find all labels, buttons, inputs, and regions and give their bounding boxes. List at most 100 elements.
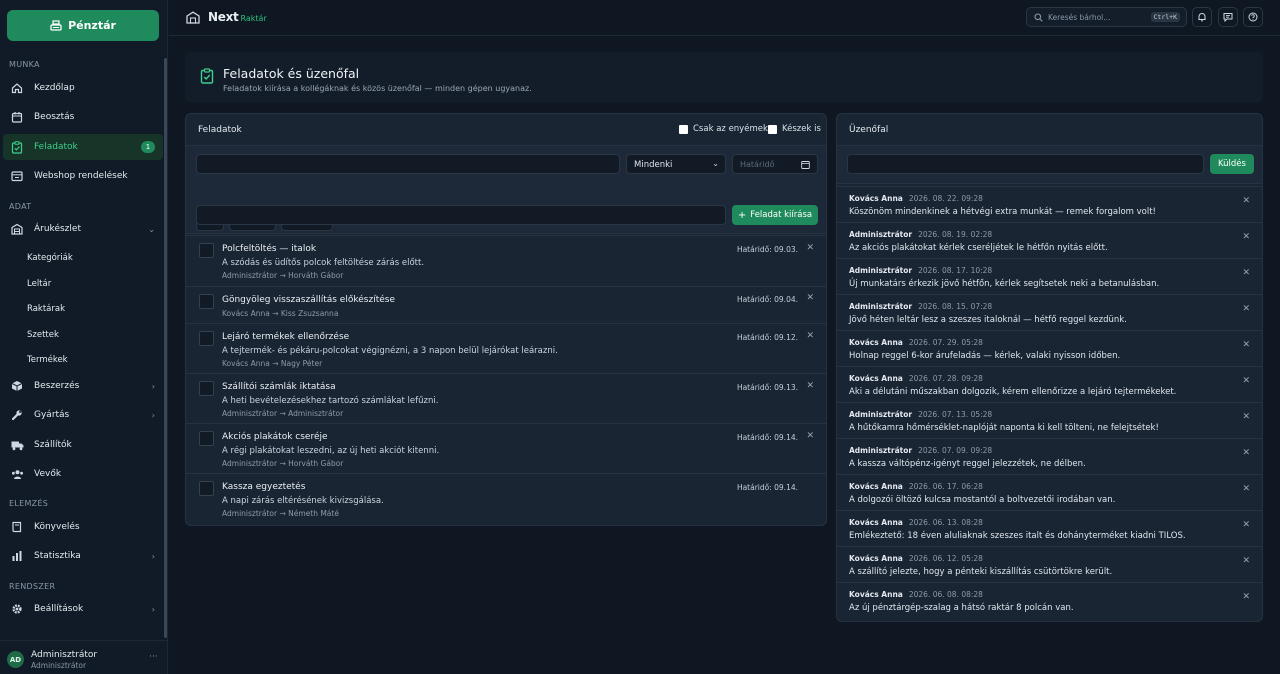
- logo[interactable]: Next Raktár: [186, 10, 267, 24]
- message-item: Kovács Anna 2026. 06. 13. 08:28 Emlékezte…: [837, 510, 1262, 546]
- close-icon[interactable]: ✕: [1242, 304, 1250, 314]
- message-text: Új munkatárs érkezik jövő hétfőn, kérlek…: [849, 279, 1160, 289]
- box-icon: [10, 379, 24, 393]
- add-task-button[interactable]: + Feladat kiírása: [732, 205, 818, 225]
- task-row[interactable]: Akciós plakátok cseréje A régi plakátoka…: [186, 423, 826, 473]
- task-done-checkbox[interactable]: [199, 294, 214, 309]
- sidebar-item-statistics[interactable]: Statisztika ›: [3, 543, 163, 569]
- task-meta: Adminisztrátor → Németh Máté: [222, 509, 339, 518]
- message-author: Kovács Anna: [849, 374, 903, 383]
- task-due: Határidő: 09.13.: [736, 383, 798, 392]
- bar-chart-icon: [10, 549, 24, 563]
- close-icon[interactable]: ✕: [806, 331, 814, 341]
- message-time: 2026. 08. 22. 09:28: [908, 194, 983, 203]
- task-row[interactable]: Kassza egyeztetés A napi zárás eltérésén…: [186, 473, 826, 525]
- message-item: Adminisztrátor 2026. 08. 15. 07:28 Jövő h…: [837, 294, 1262, 330]
- task-done-checkbox[interactable]: [199, 331, 214, 346]
- checkbox-box[interactable]: [768, 124, 777, 134]
- plus-icon: +: [737, 209, 747, 221]
- only-mine-checkbox[interactable]: Csak az enyémek: [679, 124, 768, 134]
- task-done-checkbox[interactable]: [199, 431, 214, 446]
- sidebar-subitem-warehouses[interactable]: Raktárak: [27, 304, 65, 314]
- sidebar-item-tasks[interactable]: Feladatok 1: [3, 134, 163, 160]
- close-icon[interactable]: ✕: [806, 431, 814, 441]
- close-icon[interactable]: ✕: [1242, 448, 1250, 458]
- messages-button[interactable]: [1218, 7, 1238, 27]
- task-meta: Kovács Anna → Nagy Péter: [222, 359, 323, 368]
- close-icon[interactable]: ✕: [1242, 556, 1250, 566]
- close-icon[interactable]: ✕: [1242, 376, 1250, 386]
- task-row[interactable]: Lejáró termékek ellenőrzése A tejtermék-…: [186, 323, 826, 373]
- task-description-input[interactable]: [196, 205, 726, 225]
- user-profile[interactable]: AD Adminisztrátor Adminisztrátor ···: [0, 640, 168, 674]
- truck-icon: [10, 438, 24, 452]
- chevron-down-icon: ⌄: [148, 224, 155, 234]
- task-row[interactable]: Göngyöleg visszaszállítás előkészítése K…: [186, 286, 826, 323]
- sidebar-subitem-stocktake[interactable]: Leltár: [27, 279, 51, 289]
- close-icon[interactable]: ✕: [1242, 484, 1250, 494]
- sidebar-item-production[interactable]: Gyártás ›: [3, 402, 163, 428]
- message-text: Aki a délutáni műszakban dolgozik, kérem…: [849, 387, 1177, 397]
- message-item: Kovács Anna 2026. 06. 08. 08:28 Az új pén…: [837, 582, 1262, 618]
- tasks-panel: Feladatok Csak az enyémek Készek is Mind…: [185, 113, 827, 526]
- message-input[interactable]: [847, 154, 1204, 174]
- send-button[interactable]: Küldés: [1210, 154, 1254, 174]
- sidebar-item-label: Webshop rendelések: [34, 171, 128, 181]
- sidebar-item-suppliers[interactable]: Szállítók: [3, 432, 163, 458]
- close-icon[interactable]: ✕: [806, 243, 814, 253]
- task-title: Polcfeltöltés — italok: [222, 244, 317, 254]
- search-shortcut: Ctrl+K: [1150, 12, 1180, 22]
- checkbox-box[interactable]: [679, 124, 688, 134]
- sidebar-scrollbar[interactable]: [164, 58, 167, 638]
- logo-text: Next: [208, 10, 239, 24]
- task-row[interactable]: Polcfeltöltés — italok A szódás és üdítő…: [186, 235, 826, 286]
- global-search[interactable]: Keresés bárhol... Ctrl+K: [1026, 7, 1187, 27]
- task-done-checkbox[interactable]: [199, 243, 214, 258]
- task-done-checkbox[interactable]: [199, 481, 214, 496]
- task-row[interactable]: Szállítói számlák iktatása A heti bevéte…: [186, 373, 826, 423]
- pos-button[interactable]: Pénztár: [7, 10, 159, 41]
- sidebar-item-schedule[interactable]: Beosztás: [3, 104, 163, 130]
- sidebar-item-dashboard[interactable]: Kezdőlap: [3, 75, 163, 101]
- close-icon[interactable]: ✕: [1242, 412, 1250, 422]
- show-done-checkbox[interactable]: Készek is: [768, 124, 821, 134]
- sidebar-item-webshop[interactable]: Webshop rendelések: [3, 163, 163, 189]
- sidebar-item-accounting[interactable]: Könyvelés: [3, 514, 163, 540]
- message-text: Holnap reggel 6-kor árufeladás — kérlek,…: [849, 351, 1121, 361]
- sidebar-item-label: Gyártás: [34, 410, 70, 420]
- more-icon[interactable]: ···: [149, 652, 158, 662]
- sidebar-item-settings[interactable]: Beállítások ›: [3, 596, 163, 622]
- message-time: 2026. 06. 13. 08:28: [908, 518, 983, 527]
- close-icon[interactable]: ✕: [1242, 592, 1250, 602]
- sidebar-subitem-categories[interactable]: Kategóriák: [27, 253, 73, 263]
- storefront-icon: [10, 169, 24, 183]
- sidebar-item-label: Beosztás: [34, 112, 75, 122]
- notifications-button[interactable]: [1192, 7, 1212, 27]
- sidebar-item-purchasing[interactable]: Beszerzés ›: [3, 373, 163, 399]
- help-button[interactable]: [1243, 7, 1263, 27]
- close-icon[interactable]: ✕: [1242, 232, 1250, 242]
- chevron-right-icon: ›: [151, 381, 155, 391]
- close-icon[interactable]: ✕: [1242, 268, 1250, 278]
- task-title-input[interactable]: [196, 154, 620, 174]
- close-icon[interactable]: ✕: [806, 293, 814, 303]
- close-icon[interactable]: ✕: [1242, 340, 1250, 350]
- sidebar-item-inventory[interactable]: Árukészlet ⌄: [3, 216, 163, 242]
- help-icon: [1248, 12, 1258, 22]
- assignee-select[interactable]: Mindenki ⌄: [626, 154, 726, 174]
- page-header: Feladatok és üzenőfal Feladatok kiírása …: [185, 52, 1263, 102]
- task-due: Határidő: 09.14.: [736, 483, 798, 492]
- page-subtitle: Feladatok kiírása a kollégáknak és közös…: [223, 84, 532, 93]
- message-item: Kovács Anna 2026. 08. 22. 09:28 Köszönöm …: [837, 186, 1262, 222]
- close-icon[interactable]: ✕: [1242, 520, 1250, 530]
- close-icon[interactable]: ✕: [806, 381, 814, 391]
- sidebar-item-customers[interactable]: Vevők: [3, 461, 163, 487]
- message-time: 2026. 07. 28. 09:28: [908, 374, 983, 383]
- close-icon[interactable]: ✕: [1242, 196, 1250, 206]
- sidebar-subitem-bundles[interactable]: Szettek: [27, 330, 59, 340]
- due-date-input[interactable]: Határidő: [732, 154, 818, 174]
- show-done-label: Készek is: [782, 124, 821, 134]
- avatar: AD: [7, 651, 24, 668]
- sidebar-subitem-products[interactable]: Termékek: [27, 355, 68, 365]
- task-done-checkbox[interactable]: [199, 381, 214, 396]
